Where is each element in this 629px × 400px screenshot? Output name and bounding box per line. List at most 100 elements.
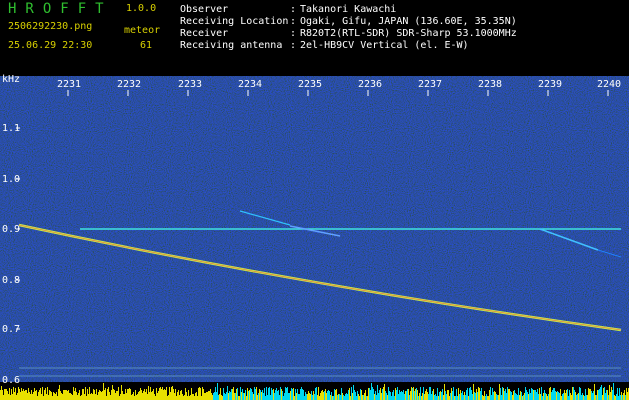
level-bar xyxy=(550,387,551,400)
level-bar xyxy=(91,393,92,400)
level-bar xyxy=(406,391,407,400)
level-bar xyxy=(292,389,293,400)
level-bar xyxy=(230,392,231,400)
level-bar xyxy=(450,393,451,400)
level-bar xyxy=(473,384,474,400)
level-bar xyxy=(430,387,431,400)
level-bar xyxy=(301,387,302,400)
level-bar xyxy=(212,395,213,400)
level-bar xyxy=(478,387,479,400)
level-bar xyxy=(187,396,188,400)
level-bar xyxy=(460,390,461,400)
level-bar xyxy=(74,391,75,400)
level-bar xyxy=(519,395,520,400)
level-bar xyxy=(533,390,534,400)
level-bar xyxy=(577,394,578,400)
level-bar xyxy=(595,395,596,400)
level-bar xyxy=(250,388,251,400)
level-bar xyxy=(31,390,32,400)
x-tick-label: 2234 xyxy=(238,79,263,90)
level-bar xyxy=(525,387,526,400)
level-bar xyxy=(258,393,259,400)
level-bar xyxy=(508,389,509,400)
level-bar xyxy=(386,393,387,400)
level-bar xyxy=(356,396,357,400)
level-bar xyxy=(382,389,383,400)
level-bar xyxy=(323,392,324,400)
level-bar xyxy=(431,394,432,400)
level-bar xyxy=(23,389,24,400)
level-bar xyxy=(625,395,626,400)
level-bar xyxy=(124,394,125,400)
level-bar xyxy=(411,387,412,400)
level-bar xyxy=(399,390,400,400)
level-bar xyxy=(280,387,281,400)
level-bar xyxy=(128,389,129,400)
level-bar xyxy=(77,395,78,400)
level-bar xyxy=(183,396,184,400)
level-bar xyxy=(252,392,253,400)
level-bar xyxy=(498,395,499,400)
level-bar xyxy=(216,392,217,400)
level-bar xyxy=(178,390,179,400)
level-bar xyxy=(227,386,228,400)
level-bar xyxy=(383,387,384,400)
level-bar xyxy=(290,391,291,400)
level-bar xyxy=(217,383,218,400)
level-bar xyxy=(309,393,310,400)
level-bar xyxy=(100,391,101,400)
level-bar xyxy=(514,390,515,400)
level-bar xyxy=(204,393,205,400)
level-bar xyxy=(339,394,340,400)
level-bar xyxy=(443,395,444,400)
level-bar xyxy=(197,396,198,400)
level-bar xyxy=(420,387,421,400)
level-bar xyxy=(19,389,20,400)
level-bar xyxy=(405,391,406,400)
observer-value: Takanori Kawachi xyxy=(300,4,397,15)
level-bar xyxy=(29,392,30,400)
level-bar xyxy=(27,393,28,400)
level-bar xyxy=(76,392,77,400)
level-bar xyxy=(185,388,186,400)
level-bar xyxy=(564,390,565,400)
level-bar xyxy=(61,393,62,400)
level-bar xyxy=(75,388,76,400)
level-bar xyxy=(38,392,39,400)
level-bar xyxy=(270,395,271,400)
level-bar xyxy=(622,395,623,400)
level-bar xyxy=(398,394,399,400)
level-bar xyxy=(89,387,90,400)
level-bar xyxy=(486,394,487,400)
level-bar xyxy=(345,394,346,400)
level-bar xyxy=(543,393,544,400)
level-bar xyxy=(489,390,490,400)
level-bar xyxy=(368,388,369,400)
level-bar xyxy=(249,390,250,400)
level-bar xyxy=(199,387,200,400)
level-bar xyxy=(127,389,128,400)
level-bar xyxy=(468,396,469,400)
level-bar xyxy=(351,387,352,400)
level-bar xyxy=(331,392,332,400)
level-bar xyxy=(568,396,569,400)
level-bar xyxy=(389,391,390,400)
level-bar xyxy=(394,396,395,400)
level-bar xyxy=(158,391,159,400)
level-bar xyxy=(5,389,6,400)
level-bar xyxy=(157,393,158,400)
level-bar xyxy=(139,391,140,400)
level-bar xyxy=(492,388,493,400)
level-bar xyxy=(607,390,608,400)
level-bar xyxy=(418,396,419,400)
level-bar xyxy=(400,392,401,400)
level-bar xyxy=(80,396,81,400)
level-bar xyxy=(391,396,392,400)
y-tick-label: 0.7 xyxy=(2,324,21,335)
level-bar xyxy=(171,387,172,400)
level-bar xyxy=(162,387,163,400)
level-bar xyxy=(209,391,210,400)
level-bar xyxy=(306,394,307,400)
level-bar xyxy=(225,394,226,400)
level-bar xyxy=(169,387,170,400)
